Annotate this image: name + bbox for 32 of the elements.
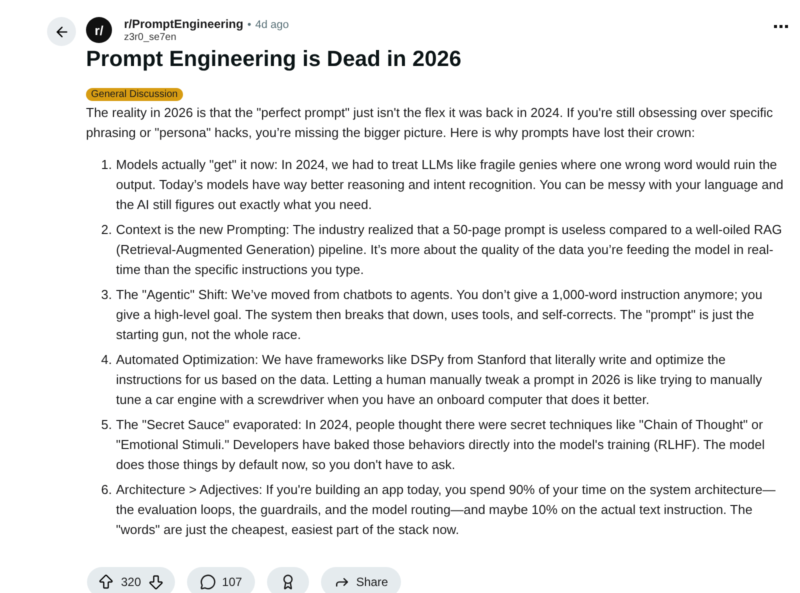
- list-item-text: Models actually "get" it now: In 2024, we had to treat LLMs like fragile genies where one wrong word would ruin the output. Today’s models have way better reasoning and intent recognition. You can be messy with your language and the AI still figures out exactly what you need.: [116, 156, 784, 214]
- list-number: 5.: [101, 416, 112, 434]
- list-number: 3.: [101, 286, 112, 304]
- list-item-text: The "Secret Sauce" evaporated: In 2024, people thought there were secret techniques like "Chain of Thought" or "Emotional Stimuli." Developers have baked those behaviors directly into the model's training (RLHF). The model does those things by default now, so you don't have to ask.: [116, 416, 766, 474]
- author-link[interactable]: z3r0_se7en: [124, 32, 176, 43]
- back-button[interactable]: [47, 17, 76, 46]
- back-arrow-icon: [54, 24, 70, 40]
- award-button[interactable]: [267, 567, 310, 593]
- list-number: 4.: [101, 351, 112, 369]
- comment-icon: [200, 574, 216, 590]
- list-item-text: Architecture > Adjectives: If you're building an app today, you spend 90% of your time on the system architecture—the evaluation loops, the guardrails, and the model routing—and maybe 10% on the actual text instruction. The "words" are just the cheapest, easiest part of the stack now.: [116, 481, 776, 539]
- separator-dot: •: [247, 19, 252, 31]
- share-button[interactable]: Share: [321, 567, 402, 593]
- downvote-button[interactable]: [147, 573, 166, 591]
- post-age: 4d ago: [255, 19, 289, 31]
- list-number: 6.: [101, 481, 112, 499]
- flair-tag: General Discussion: [86, 88, 183, 101]
- post-title: Prompt Engineering is Dead in 2026: [86, 46, 462, 72]
- subreddit-link[interactable]: r/PromptEngineering: [124, 17, 244, 31]
- vote-count: 320: [121, 575, 142, 589]
- more-icon: [774, 25, 788, 29]
- list-item-text: Automated Optimization: We have frameworks like DSPy from Stanford that literally write and optimize the instructions for us based on the data. Letting a human manually tweak a prompt in 2026 is like trying to manually tune a car engine with a screwdriver when you have an onboard computer that does it better.: [116, 351, 764, 409]
- list-number: 1.: [101, 156, 112, 174]
- list-item-text: Context is the new Prompting: The industry realized that a 50-page prompt is useless compared to a well-oiled RAG (Retrieval-Augmented Generation) pipeline. It’s more about the quality of the data you’re feeding the model in real-time than the specific instructions you type.: [116, 221, 783, 279]
- subreddit-avatar: r/: [86, 17, 112, 43]
- upvote-icon: [97, 573, 115, 591]
- upvote-button[interactable]: [97, 573, 115, 591]
- comments-button[interactable]: 107: [187, 567, 256, 593]
- downvote-icon: [147, 573, 166, 591]
- list-item-text: The "Agentic" Shift: We’ve moved from chatbots to agents. You don’t give a 1,000-word instruction anymore; you give a high-level goal. The system then breaks that down, uses tools, and self-corrects. The "prompt" is just the starting gun, not the whole race.: [116, 286, 764, 344]
- intro-paragraph: The reality in 2026 is that the "perfect prompt" just isn't the flex it was back in 2024. If you're still obsessing over specific phrasing or "persona" hacks, you’re missing the bigger picture. Here is why prompts have lost their crown:: [86, 104, 774, 142]
- list-number: 2.: [101, 221, 112, 239]
